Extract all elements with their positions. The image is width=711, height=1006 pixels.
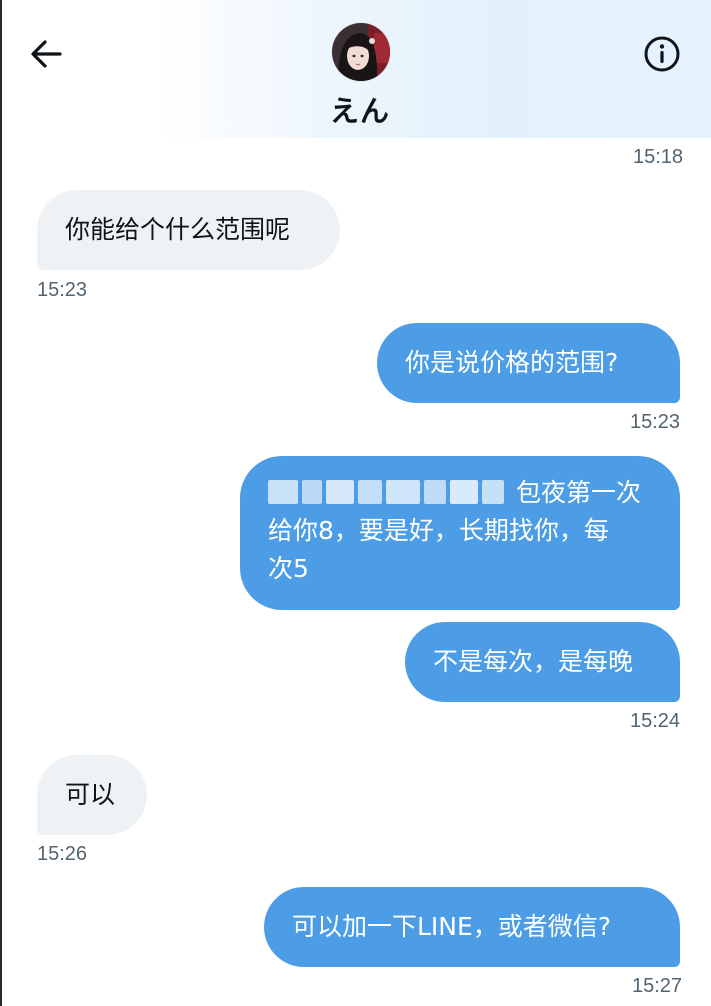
- message-timestamp: 15:24: [630, 710, 681, 732]
- arrow-left-icon: [31, 40, 62, 68]
- message-text: 你能给个什么范围呢: [65, 215, 291, 244]
- message-timestamp: 15:26: [37, 843, 88, 865]
- message-timestamp: 15:18: [633, 146, 684, 168]
- message-text: 可以加一下LINE，或者微信?: [292, 912, 612, 941]
- incoming-message-bubble[interactable]: 你能给个什么范围呢: [37, 190, 340, 270]
- window-edge: [0, 0, 2, 1006]
- info-circle-icon: [644, 36, 680, 72]
- back-button[interactable]: [26, 34, 66, 74]
- message-timestamp: 15:27: [632, 975, 683, 997]
- message-text: 给你8，要是好，长期找你，每: [268, 516, 609, 545]
- outgoing-message-bubble[interactable]: 你是说价格的范围?: [377, 323, 680, 403]
- redacted-text-blur: [268, 478, 504, 506]
- message-text: 你是说价格的范围?: [405, 348, 619, 377]
- message-text: 次5: [268, 554, 309, 583]
- message-text: 包夜第一次: [516, 478, 642, 507]
- info-button[interactable]: [640, 32, 684, 76]
- message-timestamp: 15:23: [630, 411, 681, 433]
- message-text: 可以: [65, 780, 116, 809]
- outgoing-message-bubble[interactable]: 包夜第一次 给你8，要是好，长期找你，每 次5: [240, 456, 680, 610]
- chat-header: えん: [2, 0, 711, 138]
- contact-avatar[interactable]: [332, 23, 390, 81]
- contact-name[interactable]: えん: [260, 88, 460, 130]
- message-timestamp: 15:23: [37, 279, 88, 301]
- outgoing-message-bubble[interactable]: 可以加一下LINE，或者微信?: [264, 887, 680, 967]
- outgoing-message-bubble[interactable]: 不是每次，是每晚: [405, 622, 680, 702]
- message-text: 不是每次，是每晚: [433, 647, 634, 676]
- avatar-image: [332, 23, 390, 81]
- incoming-message-bubble[interactable]: 可以: [37, 755, 147, 835]
